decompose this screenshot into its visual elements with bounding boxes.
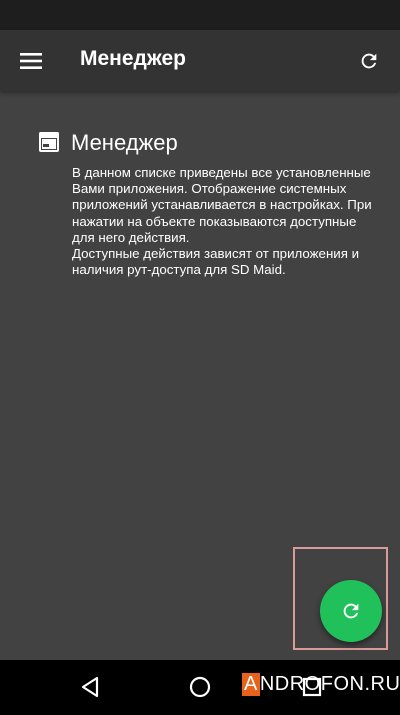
hamburger-menu-icon bbox=[20, 53, 42, 69]
refresh-fab[interactable] bbox=[320, 580, 382, 642]
watermark-first-letter: A bbox=[242, 672, 260, 696]
watermark: A NDROFON.RU bbox=[242, 669, 400, 699]
circle-home-icon[interactable] bbox=[188, 675, 212, 699]
menu-button[interactable] bbox=[14, 44, 48, 78]
info-card-text: В данном списке приведены все установлен… bbox=[72, 165, 372, 278]
watermark-text: NDROFON.RU bbox=[259, 672, 400, 695]
triangle-back-icon[interactable] bbox=[78, 675, 102, 699]
info-card-paragraph-2: Доступные действия зависят от приложения… bbox=[72, 246, 360, 278]
app-title: Менеджер bbox=[80, 47, 186, 70]
refresh-button[interactable] bbox=[352, 44, 386, 78]
info-card-title: Менеджер bbox=[71, 130, 178, 155]
status-bar bbox=[0, 0, 400, 30]
refresh-icon bbox=[361, 53, 377, 69]
app-window-icon bbox=[39, 132, 59, 152]
app-bar: Менеджер bbox=[0, 30, 400, 91]
info-card-paragraph-1: В данном списке приведены все установлен… bbox=[72, 165, 372, 245]
refresh-icon bbox=[343, 603, 359, 619]
